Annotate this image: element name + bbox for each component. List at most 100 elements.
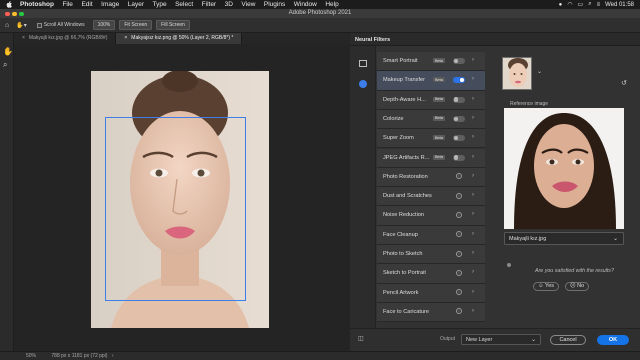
filter-row[interactable]: JPEG Artifacts R... Beta › <box>377 148 485 168</box>
filter-row[interactable]: Photo Restoration i › <box>377 167 485 188</box>
source-face-thumbnail[interactable] <box>502 57 532 90</box>
menu-edit[interactable]: Edit <box>81 0 92 9</box>
reference-image-select[interactable]: Makyajli kız.jpg ⌄ <box>504 232 624 245</box>
filter-toggle[interactable] <box>453 135 465 142</box>
reference-image-label: Reference image <box>510 101 549 107</box>
close-window-icon[interactable] <box>5 11 10 16</box>
scroll-all-windows-checkbox[interactable]: Scroll All Windows <box>36 22 85 28</box>
filter-row[interactable]: Sketch to Portrait i › <box>377 264 485 284</box>
zoom-window-icon[interactable] <box>19 11 24 16</box>
chevron-right-icon[interactable]: › <box>472 115 474 121</box>
tab-makyajsiz[interactable]: × Makyajsız kız.png @ 50% (Layer 2, RGB/8… <box>116 33 243 44</box>
filter-label: Sketch to Portrait <box>383 270 426 277</box>
cancel-button[interactable]: Cancel <box>550 335 586 345</box>
chevron-right-icon[interactable]: › <box>472 173 474 179</box>
layers-icon[interactable]: ◫ <box>358 335 364 342</box>
search-icon[interactable]: ⌕ <box>588 1 591 8</box>
menu-image[interactable]: Image <box>101 0 119 9</box>
info-icon[interactable]: i <box>456 289 462 296</box>
chevron-right-icon[interactable]: › <box>472 289 474 295</box>
face-dropdown-chevron-icon[interactable]: ⌄ <box>537 68 542 75</box>
filter-row[interactable]: Noise Reduction i › <box>377 206 485 226</box>
filter-toggle[interactable] <box>453 96 465 103</box>
menu-select[interactable]: Select <box>175 0 193 9</box>
active-filters-icon[interactable] <box>359 80 367 88</box>
fill-screen-button[interactable]: Fill Screen <box>156 20 190 30</box>
chevron-right-icon[interactable]: › <box>472 231 474 237</box>
ok-button[interactable]: OK <box>597 335 629 345</box>
tools-panel: ✋ ⌕ <box>0 33 14 351</box>
menu-window[interactable]: Window <box>294 0 317 9</box>
filter-toggle[interactable] <box>453 77 465 84</box>
fit-screen-button[interactable]: Fit Screen <box>119 20 153 30</box>
menu-layer[interactable]: Layer <box>128 0 144 9</box>
yes-button[interactable]: ☺ Yes <box>533 282 559 291</box>
filter-row[interactable]: Face Cleanup i › <box>377 225 485 245</box>
battery-icon[interactable]: ▭ <box>578 1 584 8</box>
tab-makyajli[interactable]: × Makyajli kız.jpg @ 66,7% (RGB/8#) <box>14 33 117 44</box>
chevron-right-icon[interactable]: › <box>472 211 474 217</box>
hand-tool-preset-icon[interactable]: ✋▾ <box>16 22 26 29</box>
menu-view[interactable]: View <box>241 0 255 9</box>
filter-row[interactable]: Face to Caricature i › <box>377 302 485 323</box>
menu-app-name[interactable]: Photoshop <box>20 0 54 9</box>
filter-label: Super Zoom <box>383 135 414 142</box>
info-icon[interactable]: i <box>456 269 462 276</box>
chevron-right-icon[interactable]: › <box>472 250 474 256</box>
chevron-right-icon[interactable]: › <box>472 96 474 102</box>
checkbox-box[interactable] <box>36 22 42 28</box>
filter-row[interactable]: Photo to Sketch i › <box>377 245 485 265</box>
toggle-knob <box>454 97 459 102</box>
status-zoom[interactable]: 50% <box>26 353 36 359</box>
info-icon[interactable]: i <box>456 173 462 180</box>
no-button[interactable]: ☹ No <box>565 282 589 291</box>
control-center-icon[interactable]: ≡ <box>597 2 601 8</box>
wifi-icon[interactable]: ◠ <box>567 1 572 8</box>
info-icon[interactable]: i <box>456 308 462 315</box>
menubar-clock[interactable]: Wed 01:58 <box>605 2 634 8</box>
chevron-right-icon[interactable]: › <box>472 154 474 160</box>
close-tab-icon[interactable]: × <box>22 35 25 41</box>
reference-image-preview[interactable] <box>504 108 624 229</box>
menu-plugins[interactable]: Plugins <box>264 0 285 9</box>
filter-row[interactable]: Dust and Scratches i › <box>377 187 485 207</box>
zoom-100-button[interactable]: 100% <box>92 20 116 30</box>
menu-help[interactable]: Help <box>325 0 338 9</box>
chevron-right-icon[interactable]: › <box>112 353 114 359</box>
menu-3d[interactable]: 3D <box>225 0 233 9</box>
chevron-right-icon[interactable]: › <box>472 192 474 198</box>
filter-row[interactable]: Pencil Artwork i › <box>377 283 485 303</box>
info-icon[interactable]: i <box>456 211 462 218</box>
chevron-right-icon[interactable]: › <box>472 57 474 63</box>
hand-tool-icon[interactable]: ✋ <box>3 47 13 56</box>
chevron-right-icon[interactable]: › <box>472 269 474 275</box>
screen-record-icon[interactable]: ● <box>559 2 563 8</box>
face-selection-box <box>105 117 246 301</box>
filter-toggle[interactable] <box>453 115 465 122</box>
filter-row[interactable]: Makeup Transfer Beta › <box>377 71 485 91</box>
minimize-window-icon[interactable] <box>12 11 17 16</box>
apple-icon[interactable] <box>6 1 12 8</box>
info-icon[interactable]: i <box>456 250 462 257</box>
info-icon[interactable]: i <box>456 231 462 238</box>
chevron-right-icon[interactable]: › <box>472 76 474 82</box>
filter-row[interactable]: Smart Portrait Beta › <box>377 52 485 72</box>
menu-type[interactable]: Type <box>152 0 166 9</box>
beta-badge: Beta <box>433 58 445 63</box>
close-tab-icon[interactable]: × <box>124 35 127 41</box>
filter-row[interactable]: Colorize Beta › <box>377 109 485 130</box>
zoom-tool-icon[interactable]: ⌕ <box>3 60 7 70</box>
menu-filter[interactable]: Filter <box>202 0 216 9</box>
home-icon[interactable]: ⌂ <box>5 22 9 29</box>
filter-toggle[interactable] <box>453 58 465 64</box>
output-select[interactable]: New Layer ⌄ <box>461 334 541 345</box>
info-icon[interactable]: i <box>456 192 462 199</box>
chevron-right-icon[interactable]: › <box>472 308 474 314</box>
reset-icon[interactable]: ↺ <box>621 79 627 87</box>
filter-toggle[interactable] <box>453 154 465 161</box>
chevron-right-icon[interactable]: › <box>472 134 474 140</box>
filter-row[interactable]: Super Zoom Beta › <box>377 129 485 149</box>
filter-row[interactable]: Depth-Aware H... Beta › <box>377 90 485 110</box>
menu-file[interactable]: File <box>62 0 72 9</box>
all-filters-icon[interactable] <box>359 60 367 67</box>
